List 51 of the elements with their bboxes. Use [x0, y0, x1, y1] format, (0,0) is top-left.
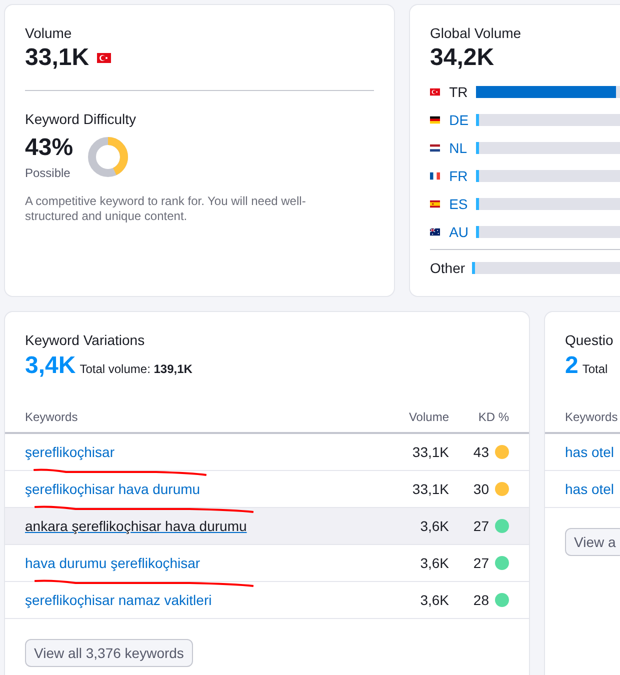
volume-cell-text: 3,6K: [419, 518, 449, 534]
country-flag-icon: [430, 143, 440, 153]
volume-cell-text: 3,6K: [419, 555, 449, 571]
kd-cell: 30: [473, 481, 489, 497]
kd-cell: 43: [473, 444, 489, 460]
keyword-link[interactable]: has otel: [565, 444, 614, 460]
total-volume: Total: [582, 362, 608, 376]
column-header: Volume: [408, 410, 449, 424]
keyword-link[interactable]: şereflikoçhisar hava durumu: [25, 481, 200, 497]
view-all-button[interactable]: View a: [565, 528, 620, 556]
difficulty-label: Keyword Difficulty: [25, 111, 138, 127]
global-volume-value: 34,2K: [430, 44, 496, 72]
country-flag-icon: [430, 199, 440, 209]
view-all-button[interactable]: View all 3,376 keywords: [25, 639, 193, 667]
column-header: Keywords: [25, 410, 79, 424]
country-code[interactable]: TR: [449, 84, 476, 100]
difficulty-description: A competitive keyword to rank for. You will need well-structured and unique content.: [25, 194, 307, 224]
kd-cell: 27: [473, 518, 489, 534]
kd-cell: 28: [473, 592, 489, 608]
global-volume-label: Global Volume: [430, 25, 522, 41]
column-header: KD %: [477, 410, 509, 424]
card-title: Questio: [565, 332, 614, 348]
country-flag-icon: [430, 115, 440, 125]
volume-cell-text: 3,6K: [419, 592, 449, 608]
difficulty-rating: Possible: [25, 166, 72, 180]
keyword-link[interactable]: şereflikoçhisar: [25, 444, 114, 460]
country-code[interactable]: FR: [449, 168, 476, 184]
card-title: Keyword Variations: [25, 332, 146, 348]
questions-count: 2: [565, 352, 578, 380]
volume-cell-text: 33,1K: [411, 444, 449, 460]
kd-cell: 27: [473, 555, 489, 571]
variations-count: 3,4K: [25, 352, 76, 380]
keyword-link[interactable]: şereflikoçhisar namaz vakitleri: [25, 592, 212, 608]
country-code[interactable]: NL: [449, 140, 476, 156]
volume-cell-text: 33,1K: [411, 481, 449, 497]
difficulty-value: 43%: [25, 134, 74, 162]
volume-label: Volume: [25, 25, 73, 41]
country-code[interactable]: ES: [449, 196, 476, 212]
turkey-flag-icon: [97, 53, 112, 63]
country-code[interactable]: DE: [449, 112, 476, 128]
country-code[interactable]: AU: [449, 224, 476, 240]
keyword-link[interactable]: has otel: [565, 481, 614, 497]
other-label: Other: [430, 260, 466, 276]
total-volume: Total volume: 139,1K: [80, 362, 192, 376]
country-flag-icon: [430, 87, 440, 97]
column-header: Keywords: [565, 410, 619, 424]
keyword-link[interactable]: hava durumu şereflikoçhisar: [25, 555, 200, 571]
country-flag-icon: [430, 227, 440, 237]
country-flag-icon: [430, 171, 440, 181]
keyword-link[interactable]: ankara şereflikoçhisar hava durumu: [25, 518, 247, 534]
volume-value: 33,1K: [25, 44, 90, 72]
